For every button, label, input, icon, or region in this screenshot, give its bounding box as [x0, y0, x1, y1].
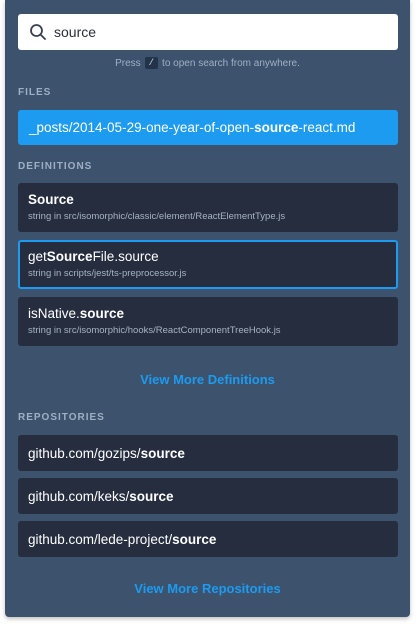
definition-location: string in src/isomorphic/hooks/ReactComp… — [28, 325, 281, 336]
definition-location: string in src/isomorphic/classic/element… — [28, 211, 286, 222]
search-input[interactable] — [54, 24, 374, 40]
definitions-section-title: DEFINITIONS — [18, 161, 93, 172]
definition-result-selected[interactable]: getSourceFile.source string in scripts/j… — [18, 240, 398, 289]
definition-name: isNative.source — [28, 306, 125, 321]
view-more-repositories-link[interactable]: View More Repositories — [5, 581, 410, 596]
file-result[interactable]: _posts/2014-05-29-one-year-of-open-sourc… — [18, 110, 398, 145]
repo-path-match: source — [140, 445, 185, 461]
repo-path-match: source — [129, 488, 174, 504]
file-path-suffix: -react.md — [298, 120, 356, 135]
repo-path-prefix: github.com/gozips/ — [28, 445, 141, 461]
repository-result[interactable]: github.com/gozips/source — [18, 435, 398, 471]
definition-location: string in scripts/jest/ts-preprocessor.j… — [28, 268, 187, 279]
view-more-definitions-link[interactable]: View More Definitions — [5, 372, 410, 387]
files-section-title: FILES — [18, 87, 52, 98]
definition-result[interactable]: Source string in src/isomorphic/classic/… — [18, 183, 398, 232]
repo-path-match: source — [172, 531, 217, 547]
search-icon — [28, 22, 48, 42]
hint-suffix: to open search from anywhere. — [162, 57, 300, 69]
repository-result[interactable]: github.com/lede-project/source — [18, 521, 398, 557]
file-path-match: source — [254, 120, 299, 135]
repo-path-prefix: github.com/keks/ — [28, 488, 130, 504]
repositories-section-title: REPOSITORIES — [18, 412, 105, 423]
search-box[interactable] — [18, 14, 398, 50]
hint-prefix: Press — [115, 57, 141, 69]
definition-name: Source — [28, 192, 74, 207]
definition-name: getSourceFile.source — [28, 249, 159, 264]
repo-path-prefix: github.com/lede-project/ — [28, 531, 173, 547]
shortcut-key: / — [144, 57, 159, 69]
file-path-prefix: _posts/2014-05-29-one-year-of-open- — [29, 120, 255, 135]
search-hint: Press / to open search from anywhere. — [5, 57, 410, 69]
repository-result[interactable]: github.com/keks/source — [18, 478, 398, 514]
definition-result[interactable]: isNative.source string in src/isomorphic… — [18, 297, 398, 346]
search-panel: Press / to open search from anywhere. FI… — [5, 0, 410, 617]
